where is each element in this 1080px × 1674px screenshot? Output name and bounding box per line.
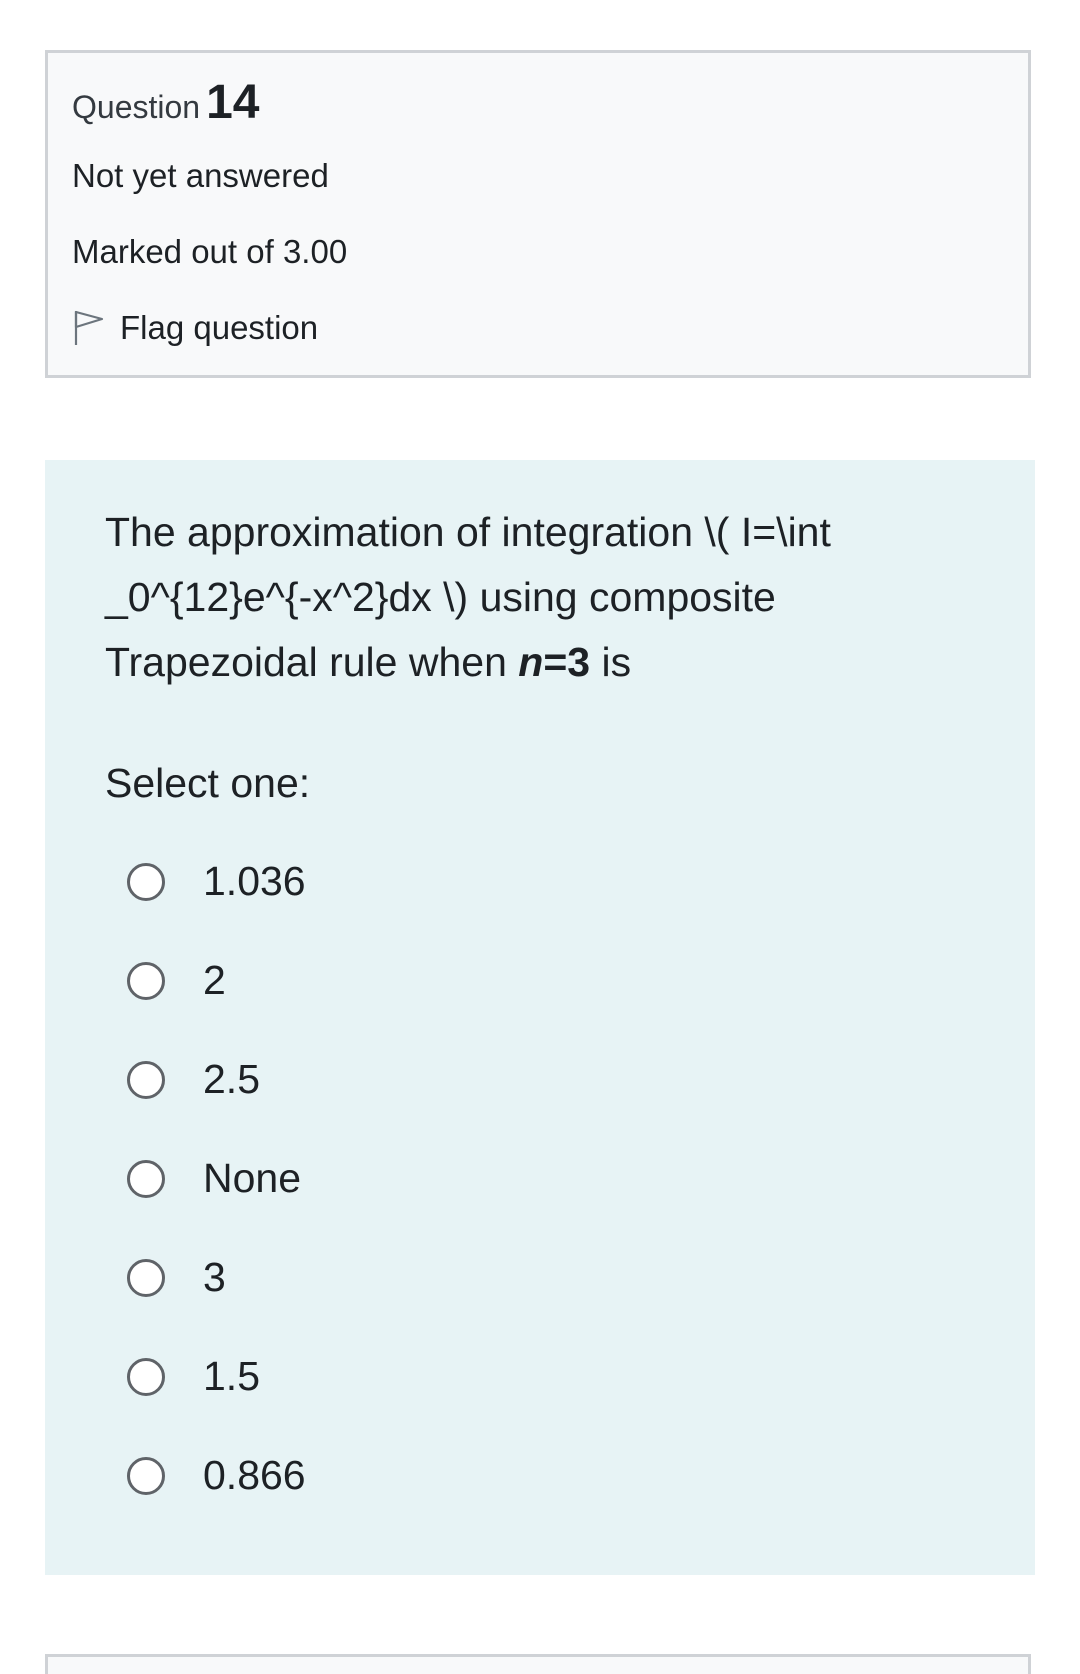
question-n-value: 3 [567, 639, 591, 685]
answer-label: 1.036 [203, 858, 306, 904]
flag-question-label: Flag question [120, 309, 319, 346]
answer-option-3[interactable]: 2.5 [127, 1030, 306, 1129]
flag-icon [74, 310, 104, 345]
answer-option-7[interactable]: 0.866 [127, 1426, 306, 1525]
answer-option-5[interactable]: 3 [127, 1228, 306, 1327]
radio-button[interactable] [127, 862, 165, 901]
answer-label: 1.5 [203, 1353, 260, 1399]
question-state: Not yet answered [72, 157, 329, 194]
answer-label: 2 [203, 957, 226, 1003]
answer-option-4[interactable]: None [127, 1129, 306, 1228]
answer-option-1[interactable]: 1.036 [127, 832, 306, 931]
radio-button[interactable] [127, 961, 165, 1000]
flag-question-button[interactable]: Flag question [72, 309, 318, 347]
radio-button[interactable] [127, 1060, 165, 1099]
answer-label: None [203, 1155, 302, 1201]
question-equals: = [543, 639, 568, 685]
radio-button[interactable] [127, 1159, 165, 1198]
answer-label: 3 [203, 1254, 226, 1300]
answer-label: 2.5 [203, 1056, 260, 1102]
radio-button[interactable] [127, 1456, 165, 1495]
question-text-end: is [590, 639, 632, 685]
question-number: 14 [206, 76, 260, 129]
answer-label: 0.866 [203, 1452, 306, 1498]
radio-button[interactable] [127, 1258, 165, 1297]
question-number-heading: Question 14 [72, 75, 259, 130]
question-grade: Marked out of 3.00 [72, 233, 348, 270]
question-variable-n: n [518, 639, 544, 685]
question-text: The approximation of integration \( I=\i… [105, 500, 945, 695]
answer-options: 1.036 2 2.5 None 3 1.5 0.866 [127, 832, 306, 1525]
question-text-main: The approximation of integration \( I=\i… [105, 509, 831, 685]
question-info-panel: Question 14 Not yet answered Marked out o… [45, 50, 1031, 378]
answer-option-2[interactable]: 2 [127, 931, 306, 1030]
next-question-panel-edge [45, 1654, 1031, 1674]
answer-option-6[interactable]: 1.5 [127, 1327, 306, 1426]
radio-button[interactable] [127, 1357, 165, 1396]
select-one-prompt: Select one: [105, 760, 311, 806]
question-label: Question [72, 89, 201, 125]
question-content-panel: The approximation of integration \( I=\i… [45, 460, 1035, 1575]
